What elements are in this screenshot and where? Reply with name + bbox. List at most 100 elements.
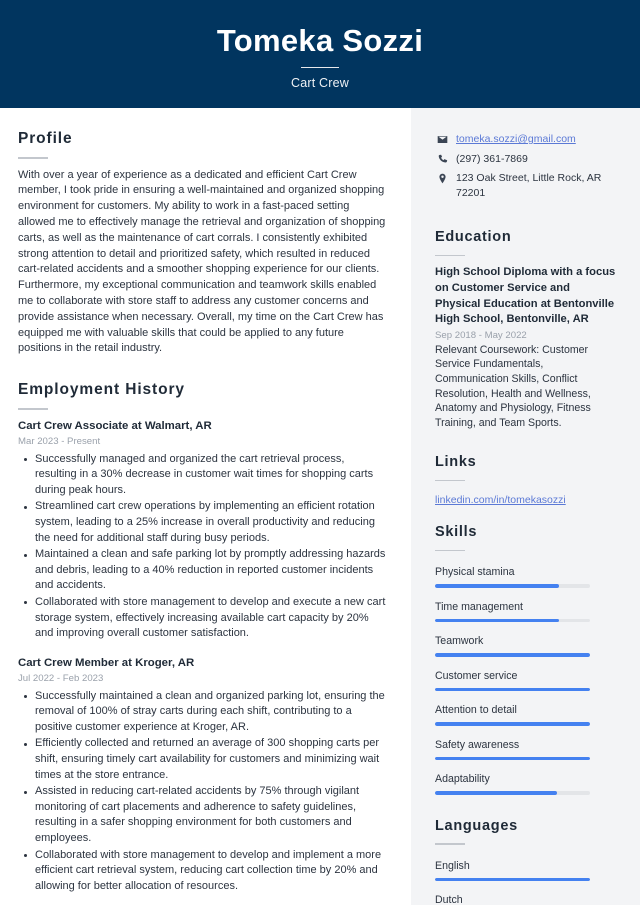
education-title: High School Diploma with a focus on Cust… — [435, 266, 616, 326]
job-bullet: Assisted in reducing cart-related accide… — [18, 784, 389, 846]
link-list: linkedin.com/in/tomekasozzi — [435, 490, 618, 508]
employment-heading: Employment History — [18, 381, 185, 399]
job-bullet: Successfully managed and organized the c… — [18, 452, 389, 499]
skill-level-bar — [435, 653, 590, 657]
skill-level-fill — [435, 791, 558, 795]
language: English — [435, 854, 618, 882]
section-profile: Profile With over a year of experience a… — [18, 130, 389, 357]
profile-text: With over a year of experience as a dedi… — [18, 168, 386, 355]
education-description: Relevant Coursework: Customer Service Fu… — [435, 343, 591, 429]
skill-level-fill — [435, 653, 590, 657]
skill: Teamwork — [435, 629, 618, 657]
skill-label: Customer service — [435, 669, 518, 682]
job-bullet-list: Successfully managed and organized the c… — [18, 452, 389, 642]
job-list: Cart Crew Associate at Walmart, AR Mar 20… — [18, 419, 389, 895]
job-title: Cart Crew Member at Kroger, AR — [18, 656, 195, 669]
section-employment-history: Employment History Cart Crew Associate a… — [18, 381, 389, 894]
job-date-range: Jul 2022 - Feb 2023 — [18, 673, 104, 685]
languages-heading: Languages — [435, 817, 518, 834]
contact-value: 123 Oak Street, Little Rock, AR 72201 — [456, 172, 602, 199]
skill-label: Physical stamina — [435, 566, 515, 579]
job-title: Cart Crew Associate at Walmart, AR — [18, 419, 212, 432]
skill-label: Attention to detail — [435, 704, 517, 717]
job-entry: Cart Crew Member at Kroger, AR Jul 2022 -… — [18, 656, 389, 895]
skills-heading: Skills — [435, 524, 478, 541]
skill-level-bar — [435, 756, 590, 761]
profile-divider — [18, 156, 48, 159]
skill: Attention to detail — [435, 698, 618, 726]
candidate-name: Tomeka Sozzi — [216, 22, 424, 58]
section-languages: Languages English Dutch — [435, 818, 618, 905]
skill: Time management — [435, 595, 618, 623]
profile-heading: Profile — [18, 130, 73, 147]
skill-level-fill — [435, 756, 590, 761]
profile-link[interactable]: linkedin.com/in/tomekasozzi — [435, 493, 566, 508]
job-bullet: Successfully maintained a clean and orga… — [18, 689, 389, 736]
education-heading: Education — [435, 229, 512, 246]
language-level-fill — [435, 877, 590, 882]
language-label: Dutch — [435, 894, 463, 905]
contact-list: tomeka.sozzi@gmail.com (297) 361-7869 123 … — [435, 132, 618, 200]
section-links: Links linkedin.com/in/tomekasozzi — [435, 454, 618, 508]
resume-body: Profile With over a year of experience a… — [0, 108, 640, 905]
skill-level-fill — [435, 584, 559, 588]
skill-level-bar — [435, 584, 590, 588]
skill-level-bar — [435, 618, 590, 623]
skill-level-fill — [435, 722, 590, 726]
job-bullet: Maintained a clean and safe parking lot … — [18, 547, 389, 594]
contact-row: 123 Oak Street, Little Rock, AR 72201 — [435, 171, 618, 200]
job-bullet: Streamlined cart crew operations by impl… — [18, 499, 389, 546]
phone-icon — [435, 152, 449, 165]
language-level-bar — [435, 877, 590, 882]
contact-value: (297) 361-7869 — [456, 152, 528, 165]
job-date-range: Mar 2023 - Present — [18, 436, 101, 448]
job-bullet-list: Successfully maintained a clean and orga… — [18, 689, 389, 895]
links-divider — [435, 479, 465, 482]
contact-row: (297) 361-7869 — [435, 152, 618, 167]
section-education: Education High School Diploma with a foc… — [435, 229, 618, 430]
education-divider — [435, 254, 465, 257]
employment-divider — [18, 407, 48, 410]
main-column: Profile With over a year of experience a… — [0, 108, 411, 905]
contact-row[interactable]: tomeka.sozzi@gmail.com — [435, 132, 618, 147]
job-bullet: Collaborated with store management to de… — [18, 595, 389, 642]
skill-level-bar — [435, 722, 590, 726]
job-bullet: Efficiently collected and returned an av… — [18, 736, 389, 783]
links-heading: Links — [435, 454, 477, 471]
header-divider — [301, 67, 339, 69]
candidate-job-title: Cart Crew — [290, 76, 350, 91]
skill-level-fill — [435, 687, 590, 692]
skill-label: Adaptability — [435, 773, 490, 786]
skill-label: Teamwork — [435, 635, 484, 648]
skill-level-bar — [435, 791, 590, 795]
skill: Safety awareness — [435, 733, 618, 761]
language-label: English — [435, 859, 470, 872]
skill-list: Physical stamina Time management Teamwork C… — [435, 560, 618, 795]
section-skills: Skills Physical stamina Time management Te… — [435, 524, 618, 795]
job-bullet: Collaborated with store management to de… — [18, 848, 389, 895]
skill-label: Safety awareness — [435, 738, 520, 751]
skill-label: Time management — [435, 600, 523, 613]
job-entry: Cart Crew Associate at Walmart, AR Mar 20… — [18, 419, 389, 642]
education-date: Sep 2018 - May 2022 — [435, 329, 527, 341]
skill-level-fill — [435, 618, 559, 623]
contact-email-link[interactable]: tomeka.sozzi@gmail.com — [456, 132, 576, 147]
resume-header: Tomeka Sozzi Cart Crew — [0, 0, 640, 108]
language: Dutch — [435, 888, 618, 905]
skills-divider — [435, 549, 465, 552]
sidebar-column: tomeka.sozzi@gmail.com (297) 361-7869 123 … — [411, 108, 640, 905]
skill: Customer service — [435, 664, 618, 692]
language-list: English Dutch — [435, 854, 618, 905]
languages-divider — [435, 843, 465, 845]
skill-level-bar — [435, 687, 590, 692]
email-icon — [435, 132, 449, 145]
resume-page: Tomeka Sozzi Cart Crew Profile With over… — [0, 0, 640, 905]
location-pin-icon — [435, 171, 449, 184]
skill: Adaptability — [435, 767, 618, 795]
skill: Physical stamina — [435, 560, 618, 588]
